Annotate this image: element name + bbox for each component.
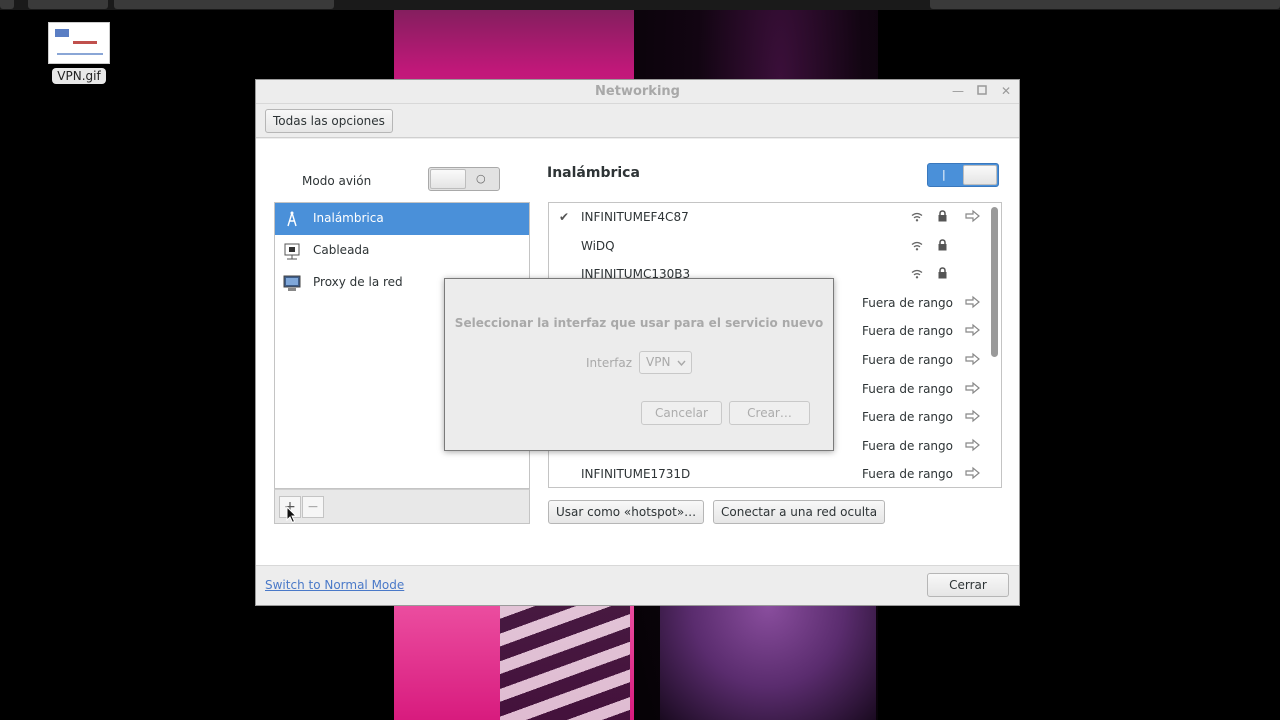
interface-label: Interfaz [586, 356, 633, 370]
dialog-title: Seleccionar la interfaz que usar para el… [454, 316, 824, 330]
switch-knob [963, 165, 997, 185]
network-details-arrow-icon[interactable] [965, 209, 981, 226]
airplane-mode-switch[interactable]: ○ [428, 167, 500, 191]
wifi-signal-icon [911, 268, 923, 282]
network-status: Fuera de rango [861, 352, 953, 367]
wifi-signal-icon [911, 240, 923, 254]
network-name: INFINITUME1731D [581, 467, 691, 482]
top-panel [0, 0, 1280, 10]
network-details-arrow-icon[interactable] [965, 352, 981, 369]
chevron-down-icon [677, 360, 686, 366]
proxy-monitor-icon [283, 275, 301, 291]
network-row[interactable]: ✔ INFINITUMEF4C87 [549, 203, 1001, 232]
toolbar: Todas las opciones [256, 104, 1019, 138]
network-details-arrow-icon[interactable] [965, 409, 981, 426]
network-details-arrow-icon[interactable] [965, 438, 981, 455]
device-list-toolbar: + − [274, 489, 530, 524]
network-status: Fuera de rango [861, 295, 953, 310]
new-service-dialog: Seleccionar la interfaz que usar para el… [444, 278, 834, 451]
wifi-signal-icon [911, 211, 923, 225]
sidebar-item-label: Inalámbrica [313, 211, 384, 225]
switch-knob [430, 169, 466, 189]
sidebar-item-label: Cableada [313, 243, 370, 257]
network-status: Fuera de rango [861, 410, 953, 425]
all-options-button[interactable]: Todas las opciones [265, 109, 393, 133]
close-button[interactable]: Cerrar [927, 573, 1009, 597]
connected-check-icon: ✔ [559, 210, 570, 224]
minimize-icon[interactable]: — [951, 84, 965, 98]
network-status: Fuera de rango [861, 324, 953, 339]
desktop-file-label: VPN.gif [52, 68, 106, 84]
mouse-cursor-icon [286, 506, 298, 524]
wireless-switch[interactable]: | [927, 163, 999, 187]
network-details-arrow-icon[interactable] [965, 466, 981, 483]
create-button[interactable]: Crear… [729, 401, 810, 425]
scrollbar[interactable] [991, 207, 998, 357]
desktop-file-icon[interactable]: VPN.gif [48, 22, 110, 84]
lock-icon [937, 267, 948, 282]
panel-tray[interactable] [930, 0, 1280, 9]
close-icon[interactable]: ✕ [999, 84, 1013, 98]
lock-icon [937, 210, 948, 225]
interface-select-value: VPN [646, 355, 671, 369]
airplane-mode-label: Modo avión [302, 174, 372, 188]
network-details-arrow-icon[interactable] [965, 323, 981, 340]
title-bar[interactable]: Networking — ✕ [256, 80, 1019, 104]
wallpaper-art [500, 606, 630, 720]
switch-off-icon: ○ [476, 172, 486, 185]
wallpaper-art [660, 606, 876, 720]
network-row[interactable]: INFINITUME1731D Fuera de rango [549, 460, 1001, 487]
sidebar-item-wireless[interactable]: Inalámbrica [275, 203, 529, 235]
panel-item[interactable] [0, 0, 14, 9]
panel-item[interactable] [114, 0, 334, 9]
network-row[interactable]: WiDQ [549, 232, 1001, 261]
interface-select[interactable]: VPN [639, 351, 692, 374]
footer: Switch to Normal Mode Cerrar [256, 565, 1019, 605]
network-status: Fuera de rango [861, 467, 953, 482]
image-thumbnail-icon [48, 22, 110, 64]
wireless-heading: Inalámbrica [547, 165, 640, 181]
hotspot-button[interactable]: Usar como «hotspot»… [548, 500, 705, 524]
switch-mode-link[interactable]: Switch to Normal Mode [265, 578, 404, 592]
hidden-network-button[interactable]: Conectar a una red oculta [713, 500, 886, 524]
network-status: Fuera de rango [861, 438, 953, 453]
network-name: INFINITUMEF4C87 [581, 210, 689, 224]
network-name: WiDQ [581, 238, 615, 253]
wifi-tower-icon [287, 211, 297, 227]
panel-item[interactable] [28, 0, 108, 9]
switch-on-icon: | [942, 168, 946, 181]
sidebar-item-wired[interactable]: Cableada [275, 235, 529, 267]
remove-connection-button[interactable]: − [302, 496, 324, 518]
network-status: Fuera de rango [861, 381, 953, 396]
network-details-arrow-icon[interactable] [965, 381, 981, 398]
cancel-button[interactable]: Cancelar [641, 401, 722, 425]
window-title: Networking [595, 84, 680, 99]
sidebar-item-label: Proxy de la red [313, 275, 403, 289]
maximize-icon[interactable] [975, 84, 989, 98]
lock-icon [937, 238, 948, 254]
network-details-arrow-icon[interactable] [965, 295, 981, 312]
wired-network-icon [284, 243, 300, 260]
